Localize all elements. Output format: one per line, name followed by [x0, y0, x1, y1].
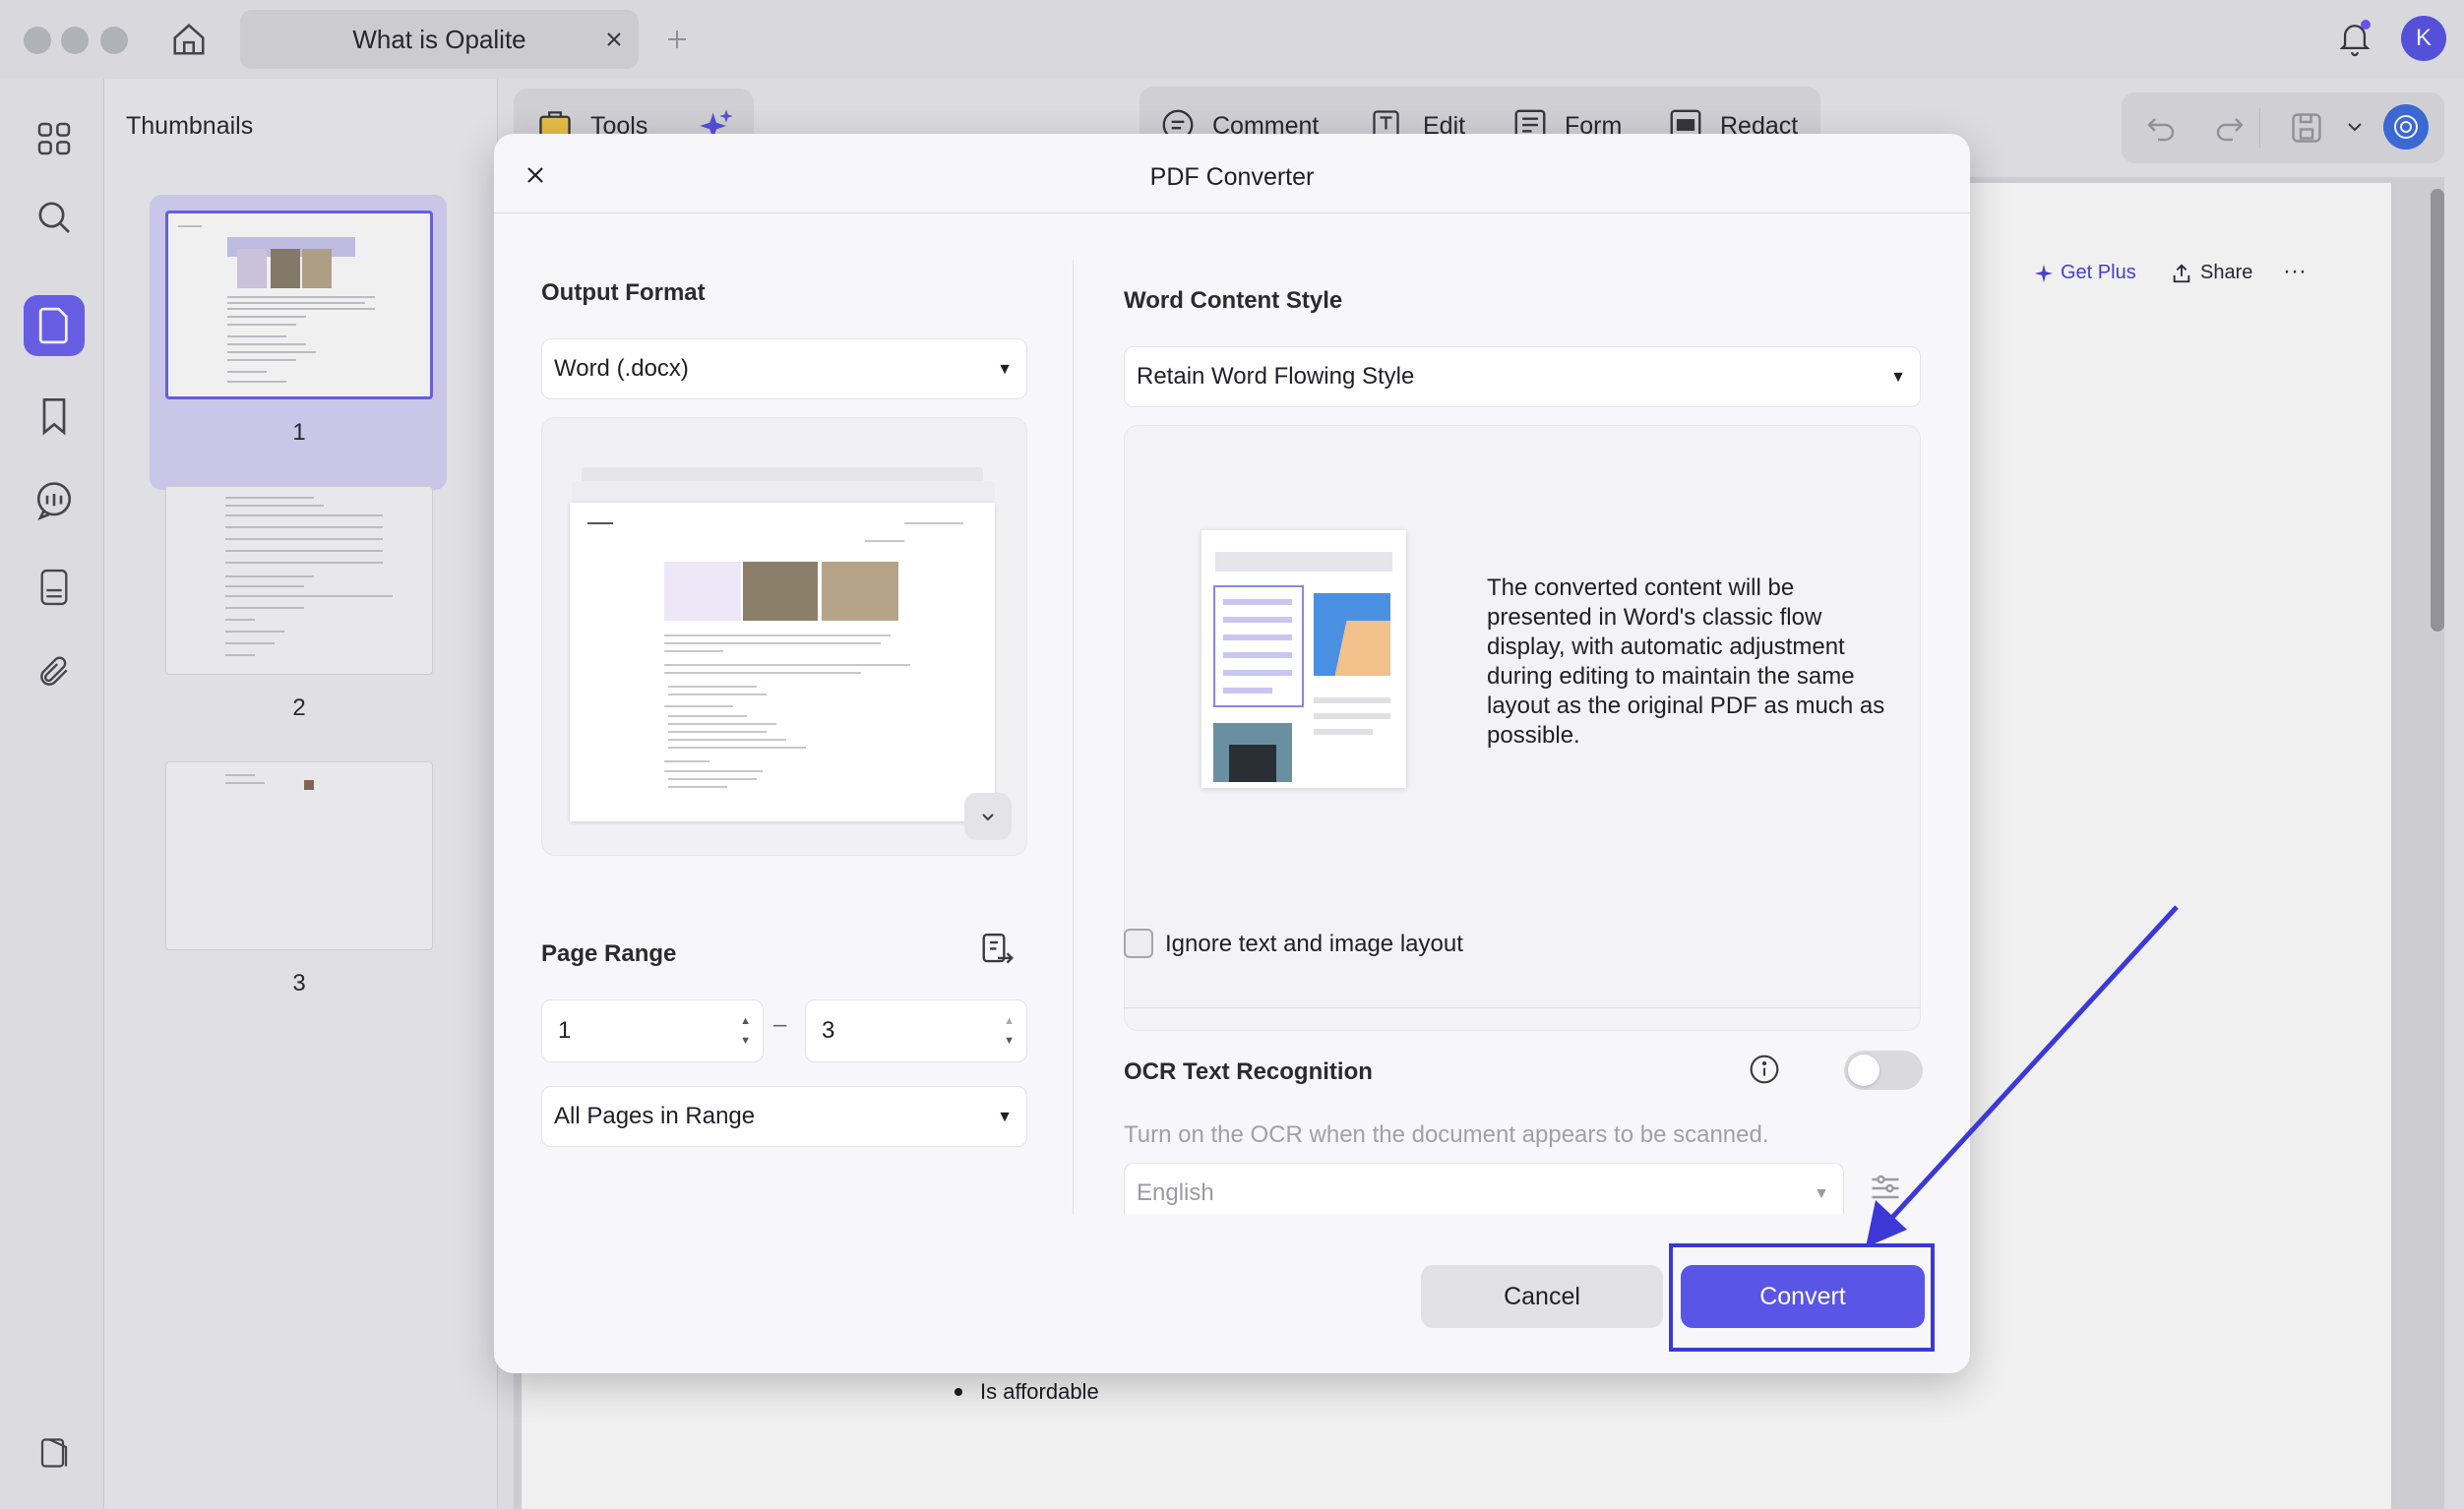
word-style-value: Retain Word Flowing Style [1137, 363, 1415, 390]
caret-down-icon: ▼ [997, 361, 1013, 378]
output-format-select[interactable]: Word (.docx) ▼ [541, 338, 1027, 399]
ocr-toggle[interactable] [1844, 1051, 1923, 1090]
scroll-fade [1084, 1214, 1950, 1243]
range-from-stepper[interactable]: 1 ▲ ▼ [541, 999, 764, 1062]
range-subset-value: All Pages in Range [554, 1103, 756, 1129]
pdf-converter-dialog: PDF Converter Output Format Word (.docx)… [494, 134, 1970, 1373]
preview-photo-2 [822, 562, 898, 621]
preview-photo-1 [743, 562, 818, 621]
output-format-value: Word (.docx) [554, 355, 689, 382]
word-style-description: The converted content will be presented … [1487, 574, 1885, 749]
range-separator: – [773, 1011, 787, 1038]
sliders-icon[interactable] [1864, 1167, 1907, 1210]
expand-preview-button[interactable] [964, 793, 1012, 840]
caret-down-icon: ▼ [1814, 1185, 1829, 1202]
caret-down-icon: ▼ [997, 1109, 1013, 1125]
style-building-image [1213, 723, 1292, 782]
dialog-header-divider [494, 212, 1970, 213]
word-style-select[interactable]: Retain Word Flowing Style ▼ [1124, 346, 1921, 407]
stepper-down-icon[interactable]: ▼ [1004, 1034, 1015, 1048]
range-from-value: 1 [558, 1017, 572, 1044]
output-format-label: Output Format [541, 279, 706, 306]
ocr-label: OCR Text Recognition [1124, 1058, 1373, 1085]
ignore-layout-label: Ignore text and image layout [1165, 931, 1463, 957]
dialog-title: PDF Converter [1149, 163, 1315, 191]
ocr-hint: Turn on the OCR when the document appear… [1124, 1121, 1769, 1148]
convert-highlight-box [1669, 1243, 1935, 1352]
stepper-up-icon[interactable]: ▲ [740, 1014, 751, 1028]
range-to-value: 3 [822, 1017, 835, 1044]
caret-down-icon: ▼ [1890, 369, 1906, 386]
range-to-stepper[interactable]: 3 ▲ ▼ [805, 999, 1027, 1062]
section-divider [1124, 1007, 1921, 1008]
cancel-button[interactable]: Cancel [1421, 1265, 1663, 1328]
preview-page [570, 503, 995, 821]
preview-infographic [664, 562, 741, 621]
style-image-block [1314, 593, 1390, 676]
column-divider [1073, 260, 1074, 1214]
chevron-down-icon [982, 814, 994, 821]
page-range-icon[interactable] [976, 929, 1019, 972]
style-selection-frame [1213, 585, 1304, 707]
info-icon[interactable] [1748, 1053, 1781, 1086]
toggle-knob [1848, 1055, 1879, 1086]
range-subset-select[interactable]: All Pages in Range ▼ [541, 1086, 1027, 1147]
word-style-label: Word Content Style [1124, 287, 1343, 314]
page-range-label: Page Range [541, 940, 677, 967]
stepper-down-icon[interactable]: ▼ [740, 1034, 751, 1048]
style-illustration [1201, 530, 1406, 788]
stepper-up-icon[interactable]: ▲ [1004, 1014, 1015, 1028]
output-preview [541, 417, 1027, 856]
ignore-layout-checkbox[interactable] [1124, 929, 1153, 958]
ocr-language-value: English [1137, 1179, 1214, 1206]
